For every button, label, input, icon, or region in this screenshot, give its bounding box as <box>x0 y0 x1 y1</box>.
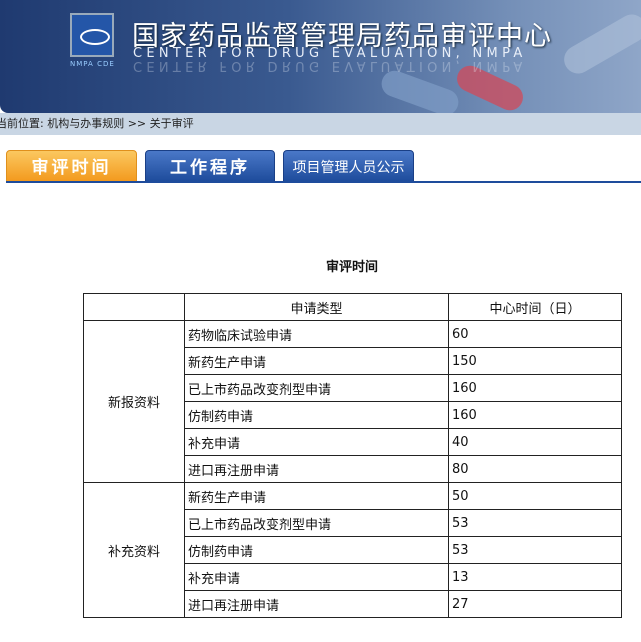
review-days: 53 <box>448 509 622 537</box>
table-row: 新报资料 药物临床试验申请 60 <box>83 320 622 483</box>
application-type: 药物临床试验申请 <box>184 320 449 348</box>
application-type: 进口再注册申请 <box>184 455 449 483</box>
breadcrumb: 当前位置: 机构与办事规则 >> 关于审评 <box>0 113 641 135</box>
tab-divider <box>6 181 641 183</box>
site-header: NMPA CDE 国家药品监督管理局药品审评中心 CENTER FOR DRUG… <box>0 0 641 113</box>
review-time-table: 申请类型 中心时间（日） 新报资料 药物临床试验申请 60 新药生产申请 150 已上市药品改… <box>83 293 622 618</box>
review-days: 80 <box>448 455 622 483</box>
review-days: 13 <box>448 563 622 591</box>
logo-text: NMPA CDE <box>70 60 115 68</box>
tab-project-managers[interactable]: 项目管理人员公示 <box>283 150 414 182</box>
nmpa-logo[interactable] <box>70 13 114 57</box>
application-type: 补充申请 <box>184 428 449 456</box>
table-header-row: 申请类型 中心时间（日） <box>83 293 622 321</box>
tab-review-time[interactable]: 审评时间 <box>6 150 137 182</box>
application-type: 仿制药申请 <box>184 401 449 429</box>
review-days: 40 <box>448 428 622 456</box>
review-days: 160 <box>448 374 622 402</box>
application-type: 已上市药品改变剂型申请 <box>184 374 449 402</box>
column-header <box>83 293 185 321</box>
review-days: 150 <box>448 347 622 375</box>
breadcrumb-prefix: 当前位置: <box>0 117 44 130</box>
tab-work-procedure[interactable]: 工作程序 <box>145 150 275 182</box>
column-header: 中心时间（日） <box>448 293 622 321</box>
review-days: 50 <box>448 482 622 510</box>
breadcrumb-current[interactable]: 关于审评 <box>150 117 194 130</box>
application-type: 新药生产申请 <box>184 482 449 510</box>
table-row: 补充资料 新药生产申请 50 <box>83 482 622 618</box>
review-days: 60 <box>448 320 622 348</box>
column-header: 申请类型 <box>184 293 449 321</box>
breadcrumb-link-rules[interactable]: 机构与办事规则 <box>47 117 124 130</box>
review-days: 27 <box>448 590 622 618</box>
breadcrumb-separator: >> <box>127 117 147 130</box>
application-type: 进口再注册申请 <box>184 590 449 618</box>
application-type: 已上市药品改变剂型申请 <box>184 509 449 537</box>
group-label: 新报资料 <box>83 320 185 483</box>
group-label: 补充资料 <box>83 482 185 618</box>
review-days: 160 <box>448 401 622 429</box>
application-type: 仿制药申请 <box>184 536 449 564</box>
site-title-en-reflection: CENTER FOR DRUG EVALUATION, NMPA <box>133 58 527 73</box>
application-type: 补充申请 <box>184 563 449 591</box>
page-title: 审评时间 <box>325 260 378 275</box>
review-days: 53 <box>448 536 622 564</box>
application-type: 新药生产申请 <box>184 347 449 375</box>
